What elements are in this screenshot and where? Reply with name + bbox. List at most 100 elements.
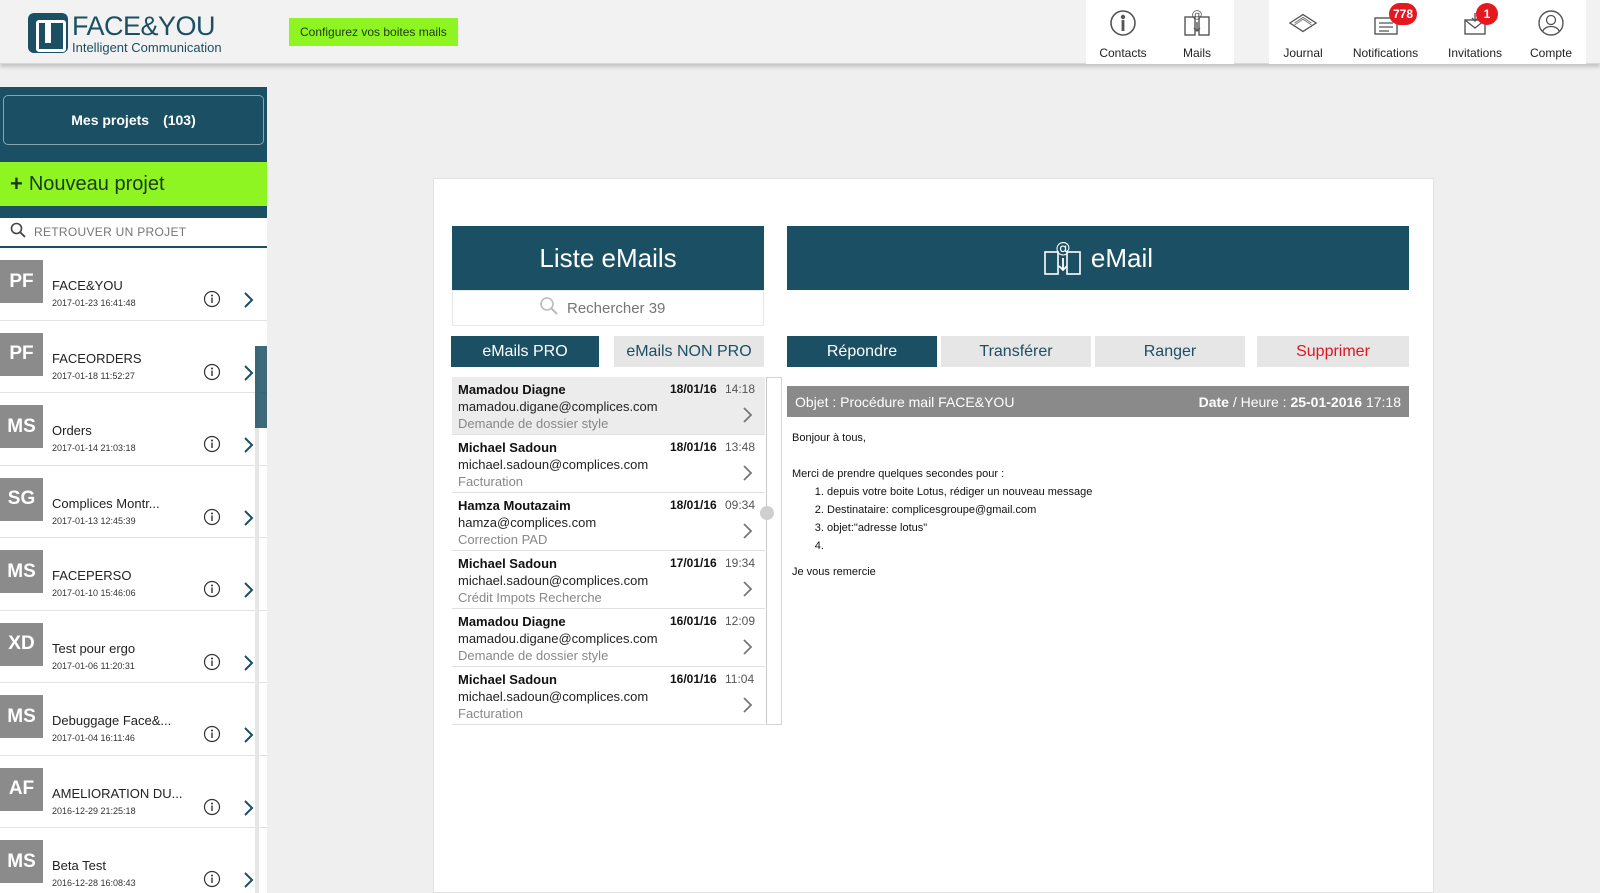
chevron-right-icon[interactable] bbox=[243, 291, 255, 314]
email-step: objet:"adresse lotus" bbox=[827, 519, 1402, 537]
email-list-item[interactable]: Hamza Moutazaim hamza@complices.com Correc… bbox=[452, 493, 765, 551]
project-item[interactable]: AF AMELIORATION DU... 2016-12-29 21:25:18 bbox=[0, 756, 267, 828]
info-icon[interactable] bbox=[203, 363, 221, 386]
email-search-input[interactable] bbox=[567, 299, 677, 317]
info-icon[interactable] bbox=[203, 798, 221, 821]
brand-logo[interactable]: FACE&YOU Intelligent Communication bbox=[28, 12, 222, 54]
email-closing: Je vous remercie bbox=[792, 566, 876, 578]
email-list-item[interactable]: Mamadou Diagne mamadou.digane@complices.c… bbox=[452, 609, 765, 667]
project-name: FACE&YOU bbox=[52, 278, 123, 293]
sidebar-divider bbox=[0, 206, 267, 218]
nav-group-secondary: Journal 778 Notifications 1 Invitations … bbox=[1269, 0, 1586, 64]
nav-mails[interactable]: @ Mails bbox=[1160, 0, 1234, 64]
new-project-label: Nouveau projet bbox=[28, 172, 165, 195]
sidebar-scrollbar[interactable] bbox=[255, 346, 267, 893]
nav-contacts-label: Contacts bbox=[1099, 46, 1147, 60]
email-list: Mamadou Diagne mamadou.digane@complices.c… bbox=[452, 377, 765, 725]
email-list-item[interactable]: Michael Sadoun michael.sadoun@complices.c… bbox=[452, 551, 765, 609]
configure-mailboxes-button[interactable]: Configurez vos boites mails bbox=[289, 18, 458, 46]
tab-emails-non-pro[interactable]: eMails NON PRO bbox=[614, 336, 764, 367]
chevron-right-icon[interactable] bbox=[243, 726, 255, 749]
info-icon[interactable] bbox=[203, 508, 221, 531]
project-item[interactable]: XD Test pour ergo 2017-01-06 11:20:31 bbox=[0, 611, 267, 683]
tab-emails-pro[interactable]: eMails PRO bbox=[451, 336, 599, 367]
project-avatar: MS bbox=[0, 405, 43, 448]
nav-journal-label: Journal bbox=[1283, 46, 1323, 60]
info-icon[interactable] bbox=[203, 290, 221, 313]
email-time: 12:09 bbox=[725, 614, 756, 628]
project-name: AMELIORATION DU... bbox=[52, 785, 183, 801]
project-item[interactable]: MS Debuggage Face&... 2017-01-04 16:11:46 bbox=[0, 683, 267, 756]
forward-button[interactable]: Transférer bbox=[941, 336, 1091, 367]
chevron-right-icon bbox=[742, 638, 754, 661]
new-project-button[interactable]: + Nouveau projet bbox=[0, 162, 267, 206]
chevron-right-icon[interactable] bbox=[243, 364, 255, 387]
info-icon[interactable] bbox=[203, 580, 221, 603]
project-item[interactable]: MS FACEPERSO 2017-01-10 15:46:06 bbox=[0, 538, 267, 611]
project-avatar: SG bbox=[0, 477, 43, 521]
project-item[interactable]: SG Complices Montr... 2017-01-13 12:45:39 bbox=[0, 466, 267, 538]
nav-notifications[interactable]: 778 Notifications bbox=[1337, 0, 1434, 64]
chevron-right-icon[interactable] bbox=[243, 436, 255, 459]
nav-account[interactable]: Compte bbox=[1516, 0, 1586, 64]
contacts-icon bbox=[1108, 8, 1138, 38]
email-search bbox=[452, 290, 764, 326]
info-icon[interactable] bbox=[203, 725, 221, 748]
chevron-right-icon bbox=[742, 464, 754, 487]
delete-button[interactable]: Supprimer bbox=[1257, 336, 1409, 367]
account-icon bbox=[1536, 8, 1566, 38]
my-projects-button[interactable]: Mes projets (103) bbox=[3, 95, 264, 145]
project-date: 2016-12-29 21:25:18 bbox=[52, 805, 136, 816]
sidebar-scrollbar-thumb[interactable] bbox=[255, 346, 267, 428]
info-icon[interactable] bbox=[203, 435, 221, 458]
email-list-item[interactable]: Michael Sadoun michael.sadoun@complices.c… bbox=[452, 667, 765, 725]
chevron-right-icon bbox=[742, 406, 754, 429]
project-item[interactable]: PF FACE&YOU 2017-01-23 16:41:48 bbox=[0, 248, 267, 321]
email-date: 18/01/16 bbox=[670, 440, 717, 454]
project-date: 2016-12-28 16:08:43 bbox=[52, 878, 136, 888]
chevron-right-icon[interactable] bbox=[243, 654, 255, 677]
project-list: PF FACE&YOU 2017-01-23 16:41:48 PF FACEORDER… bbox=[0, 248, 267, 893]
chevron-right-icon[interactable] bbox=[243, 509, 255, 532]
project-search-input[interactable] bbox=[34, 225, 254, 239]
chevron-right-icon[interactable] bbox=[243, 581, 255, 604]
project-item[interactable]: MS Beta Test 2016-12-28 16:08:43 bbox=[0, 828, 267, 893]
email-address: hamza@complices.com bbox=[458, 515, 597, 530]
email-time: 19:34 bbox=[725, 556, 756, 570]
chevron-right-icon[interactable] bbox=[243, 871, 255, 893]
nav-mails-label: Mails bbox=[1182, 46, 1211, 60]
nav-invitations[interactable]: 1 Invitations bbox=[1434, 0, 1516, 64]
chevron-right-icon bbox=[742, 522, 754, 545]
project-name: FACEORDERS bbox=[52, 350, 142, 366]
email-step bbox=[827, 537, 1402, 555]
nav-contacts[interactable]: Contacts bbox=[1086, 0, 1160, 64]
email-time: 09:34 bbox=[725, 498, 756, 512]
chevron-right-icon[interactable] bbox=[243, 799, 255, 822]
email-time: 13:48 bbox=[725, 440, 756, 454]
project-date: 2017-01-13 12:45:39 bbox=[52, 515, 136, 526]
email-date: 18/01/16 bbox=[670, 498, 717, 512]
search-icon bbox=[539, 296, 559, 321]
project-date: 2017-01-23 16:41:48 bbox=[52, 298, 136, 308]
email-time: 14:18 bbox=[725, 382, 756, 396]
file-button[interactable]: Ranger bbox=[1095, 336, 1245, 367]
reply-button[interactable]: Répondre bbox=[787, 336, 937, 367]
email-greeting: Bonjour à tous, bbox=[792, 432, 866, 444]
nav-journal[interactable]: Journal bbox=[1269, 0, 1337, 64]
info-icon[interactable] bbox=[203, 870, 221, 893]
email-list-scrollbar[interactable] bbox=[760, 377, 782, 725]
email-subject-preview: Crédit Impots Recherche bbox=[458, 590, 602, 605]
email-steps: depuis votre boite Lotus, rédiger un nou… bbox=[827, 483, 1402, 555]
project-item[interactable]: PF FACEORDERS 2017-01-18 11:52:27 bbox=[0, 321, 267, 393]
project-item[interactable]: MS Orders 2017-01-14 21:03:18 bbox=[0, 393, 267, 466]
email-subject-preview: Facturation bbox=[458, 474, 524, 489]
email-list-item[interactable]: Michael Sadoun michael.sadoun@complices.c… bbox=[452, 435, 765, 493]
project-avatar: MS bbox=[0, 695, 43, 738]
journal-icon bbox=[1288, 8, 1318, 38]
email-list-scrollbar-thumb[interactable] bbox=[760, 506, 774, 520]
svg-text:@: @ bbox=[1055, 240, 1070, 257]
project-avatar: MS bbox=[0, 550, 43, 593]
email-list-item[interactable]: Mamadou Diagne mamadou.digane@complices.c… bbox=[452, 377, 765, 435]
top-header: FACE&YOU Intelligent Communication Confi… bbox=[0, 0, 1600, 64]
info-icon[interactable] bbox=[203, 653, 221, 676]
